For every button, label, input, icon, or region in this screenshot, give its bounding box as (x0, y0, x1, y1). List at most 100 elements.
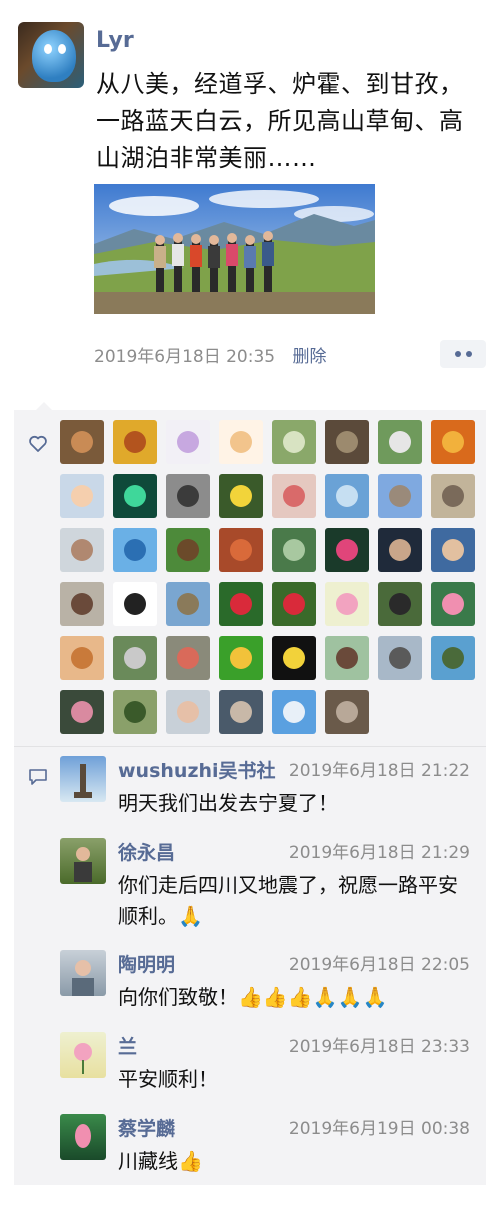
commenter-avatar[interactable] (60, 1032, 106, 1078)
avatar-image (124, 593, 146, 615)
comment-text: 平安顺利！ (118, 1067, 218, 1091)
liker-avatar[interactable] (60, 690, 104, 734)
delete-link[interactable]: 删除 (293, 347, 327, 367)
liker-avatar[interactable] (219, 636, 263, 680)
lotus-image (75, 1124, 91, 1148)
liker-avatar[interactable] (378, 474, 422, 518)
liker-avatar[interactable] (219, 474, 263, 518)
avatar-image (177, 485, 199, 507)
avatar-image (442, 647, 464, 669)
commenter-avatar[interactable] (60, 838, 106, 884)
liker-avatar[interactable] (166, 528, 210, 572)
avatar-image (230, 593, 252, 615)
liker-avatar[interactable] (219, 690, 263, 734)
liker-avatar[interactable] (166, 690, 210, 734)
post-timestamp: 2019年6月18日 20:35 (94, 347, 276, 367)
avatar-image (442, 431, 464, 453)
avatar-image (283, 485, 305, 507)
liker-avatar[interactable] (325, 690, 369, 734)
comment-time: 2019年6月18日 22:05 (288, 955, 470, 975)
avatar-image (442, 593, 464, 615)
dot (454, 351, 461, 357)
liker-avatar[interactable] (219, 528, 263, 572)
avatar-image (336, 539, 358, 561)
commenter-avatar[interactable] (60, 756, 106, 802)
liker-avatar[interactable] (431, 474, 475, 518)
liker-avatar[interactable] (378, 528, 422, 572)
liker-avatar[interactable] (60, 474, 104, 518)
liker-avatar[interactable] (272, 690, 316, 734)
avatar-image (177, 593, 199, 615)
liker-avatar[interactable] (113, 420, 157, 464)
interaction-panel: wushuzhi吴书社 2019年6月18日 21:22 明天我们出发去宁夏了！… (14, 402, 486, 1185)
avatar-image (71, 701, 93, 723)
avatar-image (283, 539, 305, 561)
commenter-avatar[interactable] (60, 1114, 106, 1160)
avatar-image (177, 701, 199, 723)
liker-avatar[interactable] (113, 474, 157, 518)
liker-avatar[interactable] (166, 636, 210, 680)
liker-avatar[interactable] (378, 582, 422, 626)
liker-avatar[interactable] (378, 420, 422, 464)
avatar-image (283, 593, 305, 615)
avatar-eye-left (44, 44, 52, 54)
liker-avatar[interactable] (325, 582, 369, 626)
liker-avatar[interactable] (325, 420, 369, 464)
liker-avatar[interactable] (219, 420, 263, 464)
liker-avatar[interactable] (272, 528, 316, 572)
liker-avatar[interactable] (431, 528, 475, 572)
author-name[interactable]: Lyr (96, 28, 134, 53)
liker-avatar[interactable] (166, 474, 210, 518)
liker-avatar[interactable] (272, 582, 316, 626)
avatar-image (389, 647, 411, 669)
liker-avatar[interactable] (325, 636, 369, 680)
liker-avatar[interactable] (272, 636, 316, 680)
liker-avatar[interactable] (325, 528, 369, 572)
avatar-image (442, 485, 464, 507)
liker-avatar[interactable] (272, 420, 316, 464)
liker-avatar[interactable] (60, 420, 104, 464)
avatar-image (230, 539, 252, 561)
avatar-image (124, 701, 146, 723)
avatar-image (336, 485, 358, 507)
liker-avatar[interactable] (113, 528, 157, 572)
commenter-name[interactable]: 蔡学麟 (118, 1114, 175, 1141)
liker-avatar[interactable] (166, 420, 210, 464)
liker-avatar[interactable] (60, 582, 104, 626)
avatar-image (336, 593, 358, 615)
liker-avatar[interactable] (431, 636, 475, 680)
commenter-name[interactable]: 陶明明 (118, 950, 175, 977)
post-photo[interactable] (94, 184, 375, 314)
comment-time: 2019年6月19日 00:38 (288, 1119, 470, 1139)
liker-avatar[interactable] (272, 474, 316, 518)
liker-avatar[interactable] (113, 582, 157, 626)
avatar-image (177, 431, 199, 453)
liker-avatar[interactable] (166, 582, 210, 626)
avatar-image (71, 593, 93, 615)
avatar-image (177, 539, 199, 561)
commenter-name[interactable]: 兰 (118, 1032, 137, 1059)
comment-time: 2019年6月18日 23:33 (288, 1037, 470, 1057)
avatar-image (230, 647, 252, 669)
commenter-avatar[interactable] (60, 950, 106, 996)
flower-image (74, 1043, 92, 1074)
avatar-image (283, 431, 305, 453)
author-avatar[interactable] (18, 22, 84, 88)
commenter-name[interactable]: wushuzhi吴书社 (118, 756, 276, 783)
more-dots-icon[interactable] (440, 340, 486, 368)
liker-avatar[interactable] (113, 690, 157, 734)
comment-text: 川藏线👍 (118, 1149, 203, 1173)
liker-avatar[interactable] (60, 528, 104, 572)
liker-avatar[interactable] (60, 636, 104, 680)
landscape-photo (94, 184, 375, 314)
avatar-image (124, 647, 146, 669)
liker-avatar[interactable] (431, 582, 475, 626)
liker-avatar[interactable] (219, 582, 263, 626)
avatar-image (230, 431, 252, 453)
liker-avatar[interactable] (431, 420, 475, 464)
avatar-eye-right (58, 44, 66, 54)
commenter-name[interactable]: 徐永昌 (118, 838, 175, 865)
liker-avatar[interactable] (378, 636, 422, 680)
liker-avatar[interactable] (325, 474, 369, 518)
liker-avatar[interactable] (113, 636, 157, 680)
